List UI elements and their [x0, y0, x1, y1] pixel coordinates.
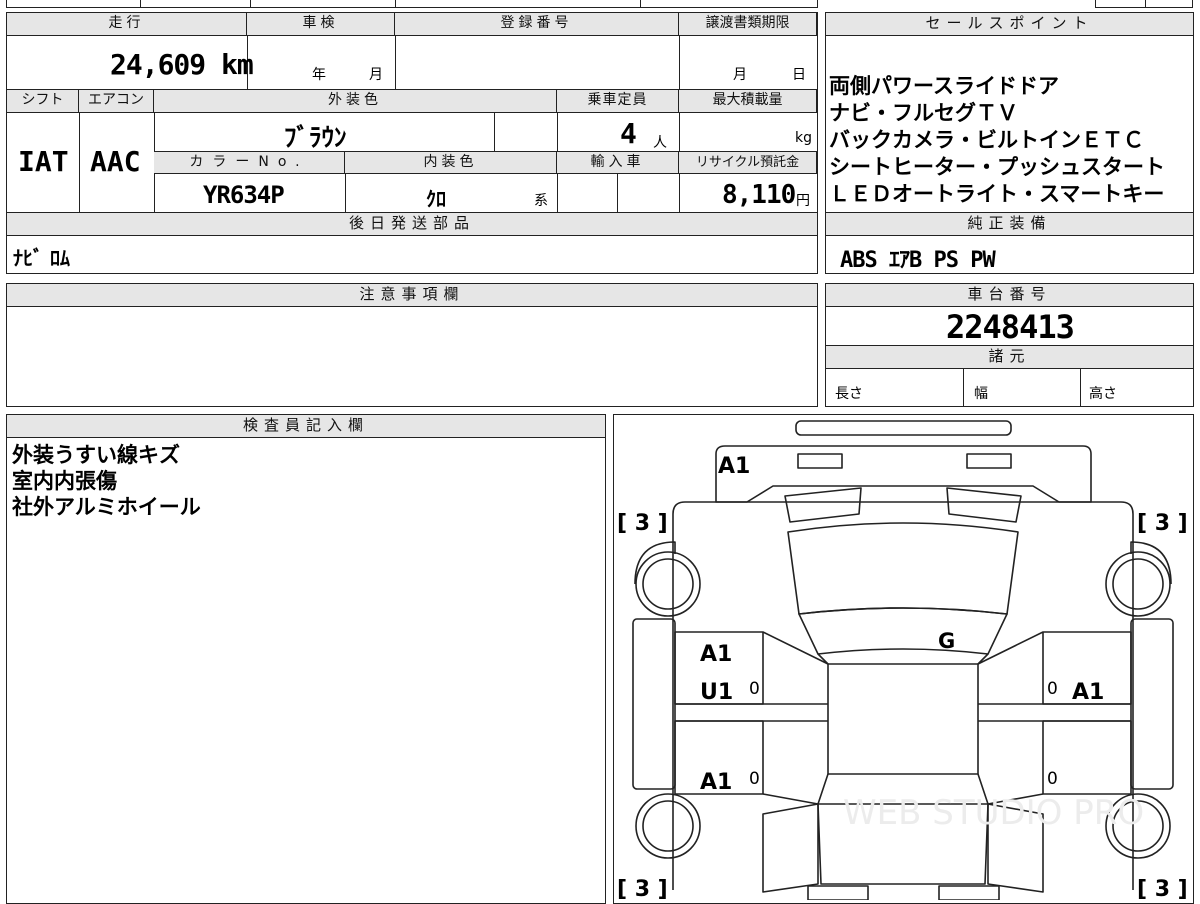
sales-point-line: ナビ・フルセグＴＶ: [829, 101, 1018, 125]
header-capacity: 乗車定員: [557, 90, 679, 113]
mark-left-front-door-u: U1: [700, 680, 733, 705]
mark-zero-left-1: 0: [749, 679, 760, 699]
mark-zero-right-1: 0: [1047, 679, 1058, 699]
spec-length-label: 長さ: [835, 386, 863, 402]
header-recycle-fee: リサイクル預託金: [679, 152, 817, 174]
header-max-load: 最大積載量: [679, 90, 817, 113]
sales-point-line: ＬＥＤオートライト・スマートキー: [829, 182, 1165, 206]
sales-points-list: 両側パワースライドドア ナビ・フルセグＴＶ バックカメラ・ビルトインＥＴＣ シー…: [829, 73, 1165, 208]
standard-equipment-value: ABS ｴｱB PS PW: [840, 248, 996, 273]
header-aircon: エアコン: [79, 90, 154, 113]
spec-width-label: 幅: [974, 386, 988, 402]
mark-zero-right-2: 0: [1047, 769, 1058, 789]
mileage-value: 24,609 km: [110, 48, 254, 81]
inspector-line: 室内内張傷: [12, 469, 117, 493]
inspection-year-unit: 年: [312, 67, 326, 83]
inspection-month-unit: 月: [369, 67, 383, 83]
tire-label-rear-left: [ 3 ]: [617, 877, 668, 900]
header-parts-later: 後日発送部品: [7, 213, 817, 236]
interior-color-value: ｸﾛ: [426, 187, 446, 211]
header-transfer-deadline: 譲渡書類期限: [679, 13, 817, 36]
sales-point-line: 両側パワースライドドア: [829, 74, 1059, 98]
header-registration-no: 登録番号: [395, 13, 679, 36]
tire-label-front-right: [ 3 ]: [1137, 511, 1188, 536]
deadline-month-unit: 月: [733, 67, 747, 83]
header-sales-points: セールスポイント: [826, 13, 1193, 36]
inspector-notes: 外装うすい線キズ 室内内張傷 社外アルミホイール: [12, 442, 201, 520]
mark-zero-left-2: 0: [749, 769, 760, 789]
header-chassis: 車台番号: [826, 284, 1193, 307]
header-exterior-color: 外装色: [154, 90, 557, 113]
header-inspector: 検査員記入欄: [7, 415, 605, 438]
tire-label-rear-right: [ 3 ]: [1137, 877, 1188, 900]
max-load-unit: kg: [795, 130, 812, 146]
recycle-fee-unit: 円: [796, 193, 810, 209]
capacity-value: 4: [620, 117, 637, 150]
mark-left-front-door: A1: [700, 642, 732, 667]
header-shift: シフト: [7, 90, 79, 113]
watermark: WEB STUDIO PRO: [843, 793, 1144, 833]
capacity-unit: 人: [653, 135, 667, 151]
car-diagram: WEB STUDIO PRO [ 3 ] [ 3 ] [ 3 ] [ 3 ] A…: [617, 420, 1188, 900]
header-standard-equipment: 純正装備: [826, 213, 1193, 236]
inspector-line: 外装うすい線キズ: [12, 443, 180, 467]
sales-point-line: バックカメラ・ビルトインＥＴＣ: [829, 128, 1144, 152]
top-cut-row: [6, 0, 818, 8]
header-inspection: 車検: [247, 13, 395, 36]
mark-right-front-door: A1: [1072, 680, 1104, 705]
header-color-no: カラーNo.: [154, 152, 345, 174]
shift-value: IAT: [18, 145, 69, 178]
mark-left-rear-door: A1: [700, 770, 732, 795]
deadline-day-unit: 日: [792, 67, 806, 83]
inspector-line: 社外アルミホイール: [12, 495, 201, 519]
mark-front: A1: [718, 454, 750, 479]
interior-color-suffix: 系: [534, 193, 548, 209]
mark-center: G: [938, 629, 955, 653]
chassis-value: 2248413: [946, 308, 1075, 346]
header-notes: 注意事項欄: [7, 284, 817, 307]
sales-point-line: シートヒーター・プッシュスタート: [829, 155, 1165, 179]
header-import: 輸入車: [557, 152, 679, 174]
color-no-value: YR634P: [203, 181, 285, 209]
aircon-value: AAC: [90, 145, 141, 178]
recycle-fee-value: 8,110: [722, 180, 796, 210]
spec-height-label: 高さ: [1089, 386, 1117, 402]
exterior-color-value: ﾌﾞﾗｳﾝ: [284, 123, 347, 152]
parts-later-value: ﾅﾋﾞ ﾛﾑ: [13, 246, 70, 270]
header-interior-color: 内装色: [345, 152, 557, 174]
tire-label-front-left: [ 3 ]: [617, 511, 668, 536]
header-mileage: 走行: [7, 13, 247, 36]
header-specs: 諸元: [826, 346, 1193, 369]
